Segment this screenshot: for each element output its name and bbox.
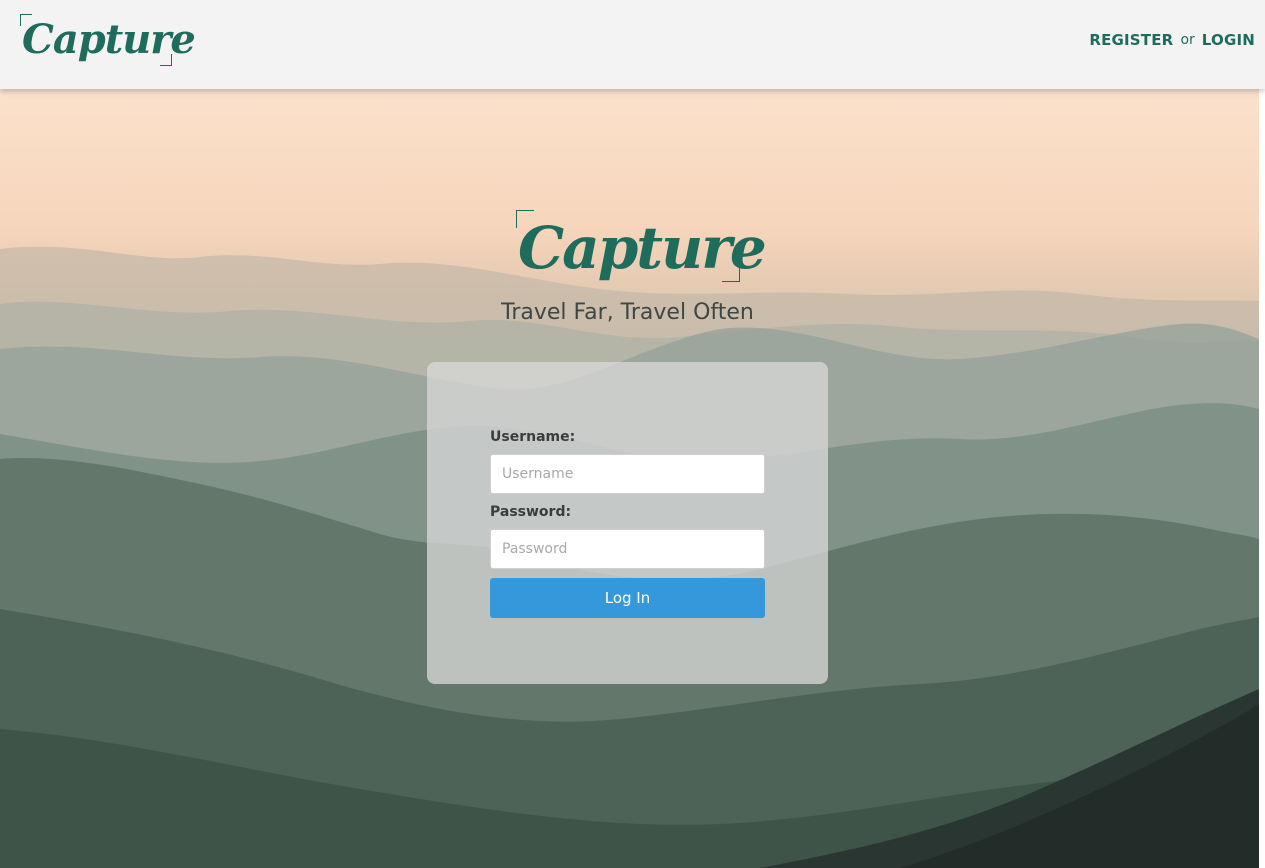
hero-logo-corner-bottom-right bbox=[722, 264, 740, 282]
register-link[interactable]: REGISTER bbox=[1089, 31, 1173, 49]
page-scrollbar[interactable] bbox=[1259, 89, 1265, 868]
tagline: Travel Far, Travel Often bbox=[501, 300, 754, 325]
top-header: Capture REGISTER or LOGIN bbox=[0, 0, 1265, 89]
hero-logo: Capture bbox=[516, 210, 767, 282]
login-button[interactable]: Log In bbox=[490, 578, 765, 618]
username-label: Username: bbox=[490, 429, 576, 445]
login-link[interactable]: LOGIN bbox=[1202, 31, 1255, 49]
password-label: Password: bbox=[490, 504, 572, 520]
logo-corner-bottom-right bbox=[160, 54, 172, 66]
password-input[interactable] bbox=[490, 529, 765, 569]
nav-separator: or bbox=[1180, 32, 1195, 48]
login-form: Username: Password: Log In bbox=[427, 362, 828, 684]
header-logo[interactable]: Capture bbox=[20, 14, 196, 66]
username-input[interactable] bbox=[490, 454, 765, 494]
auth-nav: REGISTER or LOGIN bbox=[1089, 30, 1255, 50]
